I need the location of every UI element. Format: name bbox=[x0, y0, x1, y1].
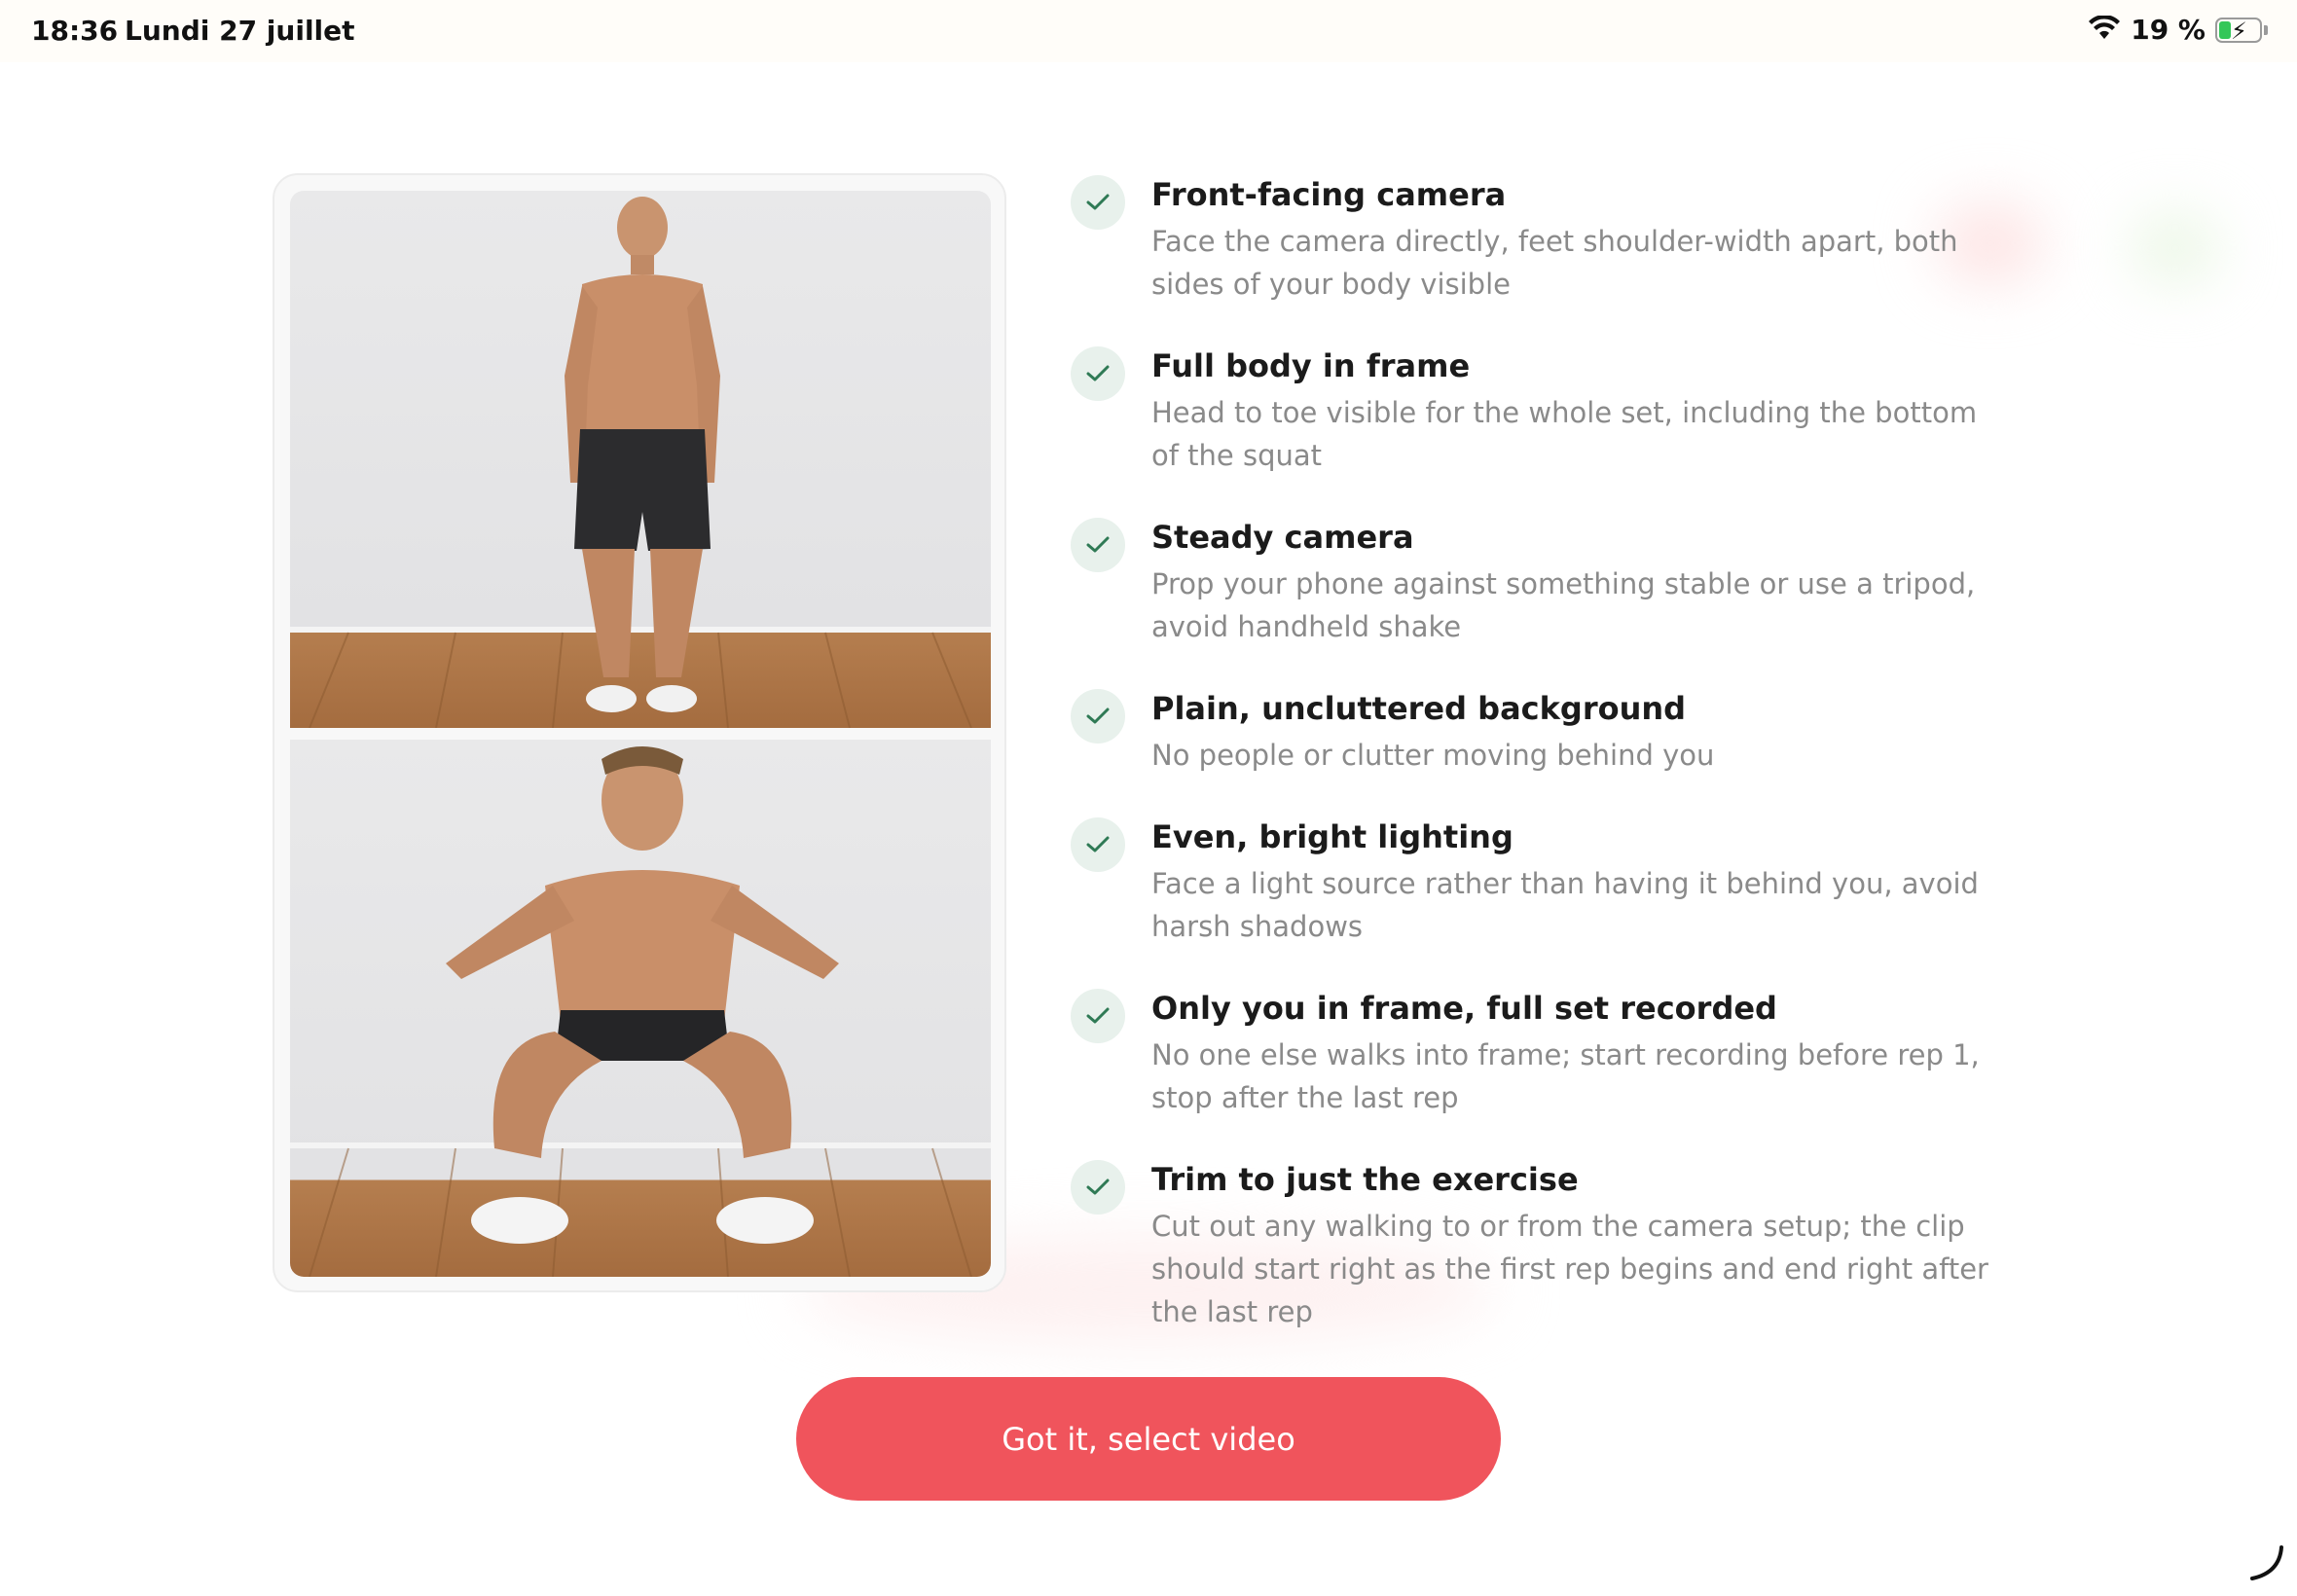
battery-percentage: 19 % bbox=[2131, 14, 2206, 46]
checkmark-icon bbox=[1071, 817, 1125, 872]
tip-title: Front-facing camera bbox=[1151, 176, 1507, 213]
tip-item-background: Plain, uncluttered background No people … bbox=[1071, 685, 2005, 814]
checkmark-icon bbox=[1071, 518, 1125, 572]
tip-title: Plain, uncluttered background bbox=[1151, 690, 1687, 727]
tip-description: Prop your phone against something stable… bbox=[1151, 567, 1976, 643]
tip-description: Head to toe visible for the whole set, i… bbox=[1151, 396, 1978, 472]
checkmark-icon bbox=[1071, 689, 1125, 744]
tip-title: Only you in frame, full set recorded bbox=[1151, 990, 1777, 1027]
checkmark-icon bbox=[1071, 175, 1125, 230]
tip-description: Face a light source rather than having i… bbox=[1151, 867, 1979, 943]
tip-description: No people or clutter moving behind you bbox=[1151, 739, 1715, 772]
checkmark-icon bbox=[1071, 1160, 1125, 1215]
select-video-button[interactable]: Got it, select video bbox=[796, 1377, 1501, 1501]
recording-tips-list: Front-facing camera Face the camera dire… bbox=[1071, 171, 2005, 1328]
tip-title: Trim to just the exercise bbox=[1151, 1161, 1579, 1198]
home-corner-indicator bbox=[2246, 1543, 2285, 1586]
battery-charging-icon: ⚡ bbox=[2215, 17, 2262, 45]
status-bar: 18:36 Lundi 27 juillet 19 % ⚡ bbox=[0, 0, 2297, 62]
tip-item-trim: Trim to just the exercise Cut out any wa… bbox=[1071, 1156, 2005, 1328]
example-photos-card bbox=[273, 173, 1006, 1292]
squat-photo bbox=[290, 740, 991, 1277]
tip-item-only-you: Only you in frame, full set recorded No … bbox=[1071, 985, 2005, 1156]
tip-title: Full body in frame bbox=[1151, 347, 1471, 384]
status-right: 19 % ⚡ bbox=[2088, 14, 2268, 46]
tip-item-front-facing-camera: Front-facing camera Face the camera dire… bbox=[1071, 171, 2005, 343]
checkmark-icon bbox=[1071, 346, 1125, 401]
checkmark-icon bbox=[1071, 989, 1125, 1043]
tip-title: Even, bright lighting bbox=[1151, 818, 1513, 855]
wifi-icon bbox=[2088, 14, 2121, 45]
tip-item-steady-camera: Steady camera Prop your phone against so… bbox=[1071, 514, 2005, 685]
tip-description: Face the camera directly, feet shoulder-… bbox=[1151, 225, 1958, 301]
tip-item-lighting: Even, bright lighting Face a light sourc… bbox=[1071, 814, 2005, 985]
battery-cap bbox=[2264, 24, 2268, 35]
tip-description: Cut out any walking to or from the camer… bbox=[1151, 1210, 1988, 1328]
squat-figure bbox=[446, 746, 839, 1244]
status-time: 18:36 bbox=[31, 15, 119, 47]
standing-photo bbox=[290, 191, 991, 728]
tip-item-full-body: Full body in frame Head to toe visible f… bbox=[1071, 343, 2005, 514]
tip-description: No one else walks into frame; start reco… bbox=[1151, 1038, 1980, 1114]
standing-figure bbox=[565, 197, 720, 712]
status-date: Lundi 27 juillet bbox=[125, 15, 355, 47]
background-blur-green bbox=[2132, 214, 2219, 282]
tip-title: Steady camera bbox=[1151, 519, 1414, 556]
